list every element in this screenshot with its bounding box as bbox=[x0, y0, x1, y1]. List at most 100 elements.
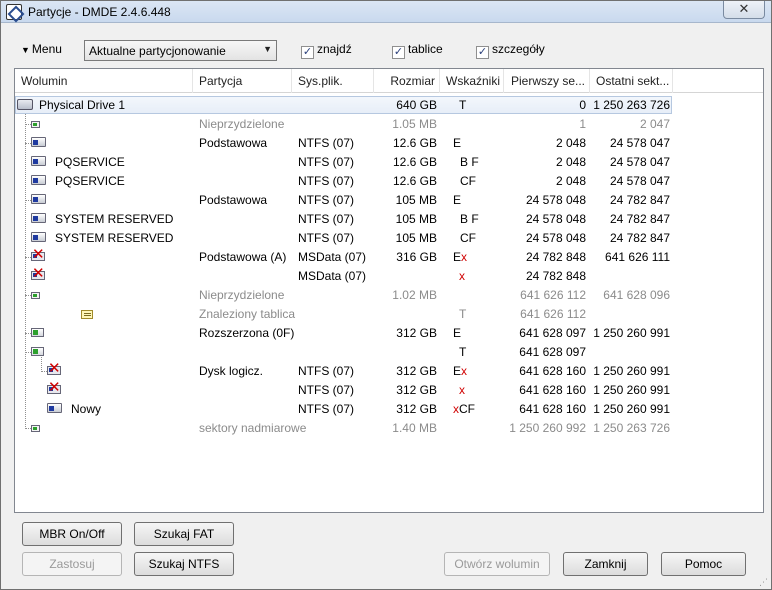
table-row[interactable]: Rozszerzona (0F) 312 GB 641 628 097 1 250 2… bbox=[15, 324, 763, 343]
table-row[interactable]: Nowy NTFS (07) 312 GB 641 628 160 1 250 260 … bbox=[15, 400, 763, 419]
cell-filesystem: NTFS (07) bbox=[298, 364, 355, 378]
cell-last-sector: 1 250 263 726 bbox=[593, 421, 670, 435]
title-bar: Partycje - DMDE 2.4.6.448 ✕ bbox=[1, 1, 771, 23]
partitioning-mode-select[interactable]: Aktualne partycjonowanie ▼ bbox=[84, 40, 277, 61]
cell-volume: PQSERVICE bbox=[55, 155, 125, 169]
cell-size: 312 GB bbox=[396, 402, 437, 416]
cell-first-sector: 641 628 160 bbox=[519, 383, 586, 397]
error-flag: x bbox=[459, 383, 465, 397]
table-row[interactable]: ✕ Podstawowa (A) MSData (07) 316 GB 24 782 8… bbox=[15, 246, 763, 267]
cell-volume: Nowy bbox=[71, 402, 102, 416]
flag-letters: T bbox=[459, 98, 467, 112]
cell-flags: Ex bbox=[453, 250, 503, 266]
table-row[interactable]: ✕ Dysk logicz. NTFS (07) 312 GB 641 628 160 1… bbox=[15, 360, 763, 381]
table-row[interactable]: ✕ MSData (07) 24 782 848 x bbox=[15, 266, 763, 286]
column-header-filesystem[interactable]: Sys.plik. bbox=[292, 69, 374, 93]
checkbox-checked-icon: ✓ bbox=[476, 46, 489, 59]
menu-label: Menu bbox=[31, 42, 62, 56]
details-checkbox-label: szczegóły bbox=[492, 42, 545, 56]
resize-grip-icon[interactable]: ⋰ bbox=[759, 577, 769, 587]
cell-filesystem: NTFS (07) bbox=[298, 193, 355, 207]
column-header-last-sector[interactable]: Ostatni sekt... bbox=[590, 69, 673, 93]
cell-first-sector: 1 bbox=[579, 117, 586, 131]
cell-filesystem: NTFS (07) bbox=[298, 212, 355, 226]
table-row[interactable]: sektory nadmiarowe 1.40 MB 1 250 260 992 1 … bbox=[15, 419, 763, 438]
cell-flags: B F bbox=[460, 212, 510, 228]
cell-last-sector: 24 578 047 bbox=[609, 136, 670, 150]
table-row[interactable]: PQSERVICE NTFS (07) 12.6 GB 2 048 24 578 047… bbox=[15, 172, 763, 191]
cell-size: 1.02 MB bbox=[392, 288, 437, 302]
table-row[interactable]: SYSTEM RESERVED NTFS (07) 105 MB 24 578 048… bbox=[15, 210, 763, 229]
flag-letters: B F bbox=[460, 155, 479, 169]
cell-flags: E bbox=[453, 326, 503, 342]
cell-size: 12.6 GB bbox=[392, 155, 437, 169]
mbr-toggle-button[interactable]: MBR On/Off bbox=[22, 522, 122, 546]
invalid-partition-icon: ✕ bbox=[47, 360, 61, 377]
cell-last-sector: 24 578 047 bbox=[609, 155, 670, 169]
cell-flags: T bbox=[459, 345, 509, 361]
menu-button[interactable]: ▼ Menu bbox=[21, 42, 62, 56]
column-header-volume[interactable]: Wolumin bbox=[15, 69, 193, 93]
error-flag: x bbox=[461, 364, 468, 378]
table-row[interactable]: 641 628 097 T bbox=[15, 343, 763, 362]
search-fat-button[interactable]: Szukaj FAT bbox=[134, 522, 234, 546]
flag-letters: CF bbox=[460, 231, 476, 245]
cell-size: 640 GB bbox=[396, 98, 437, 112]
table-row[interactable]: Podstawowa NTFS (07) 12.6 GB 2 048 24 578 04… bbox=[15, 134, 763, 153]
unallocated-space-icon bbox=[31, 292, 40, 299]
volume-icon bbox=[47, 403, 62, 413]
flag-letters: E bbox=[453, 250, 462, 264]
column-header-first-sector[interactable]: Pierwszy se... bbox=[504, 69, 590, 93]
close-window-button[interactable]: ✕ bbox=[723, 1, 765, 19]
cell-filesystem: NTFS (07) bbox=[298, 136, 355, 150]
volume-icon bbox=[31, 175, 46, 185]
help-button[interactable]: Pomoc bbox=[661, 552, 746, 576]
search-ntfs-button[interactable]: Szukaj NTFS bbox=[134, 552, 234, 576]
cell-flags: B F bbox=[460, 155, 510, 171]
table-row[interactable]: Znaleziony tablica 641 626 112 T bbox=[15, 305, 763, 324]
volume-icon bbox=[31, 156, 46, 166]
table-row[interactable]: Nieprzydzielone 1.02 MB 641 626 112 641 628… bbox=[15, 286, 763, 305]
cell-size: 105 MB bbox=[395, 193, 437, 207]
open-volume-button[interactable]: Otwórz wolumin bbox=[444, 552, 550, 576]
close-button[interactable]: Zamknij bbox=[563, 552, 648, 576]
find-checkbox[interactable]: ✓ znajdź bbox=[301, 42, 352, 59]
cell-first-sector: 24 578 048 bbox=[525, 212, 586, 226]
flag-letters: B F bbox=[460, 212, 479, 226]
unallocated-space-icon bbox=[31, 121, 40, 128]
column-header-size[interactable]: Rozmiar bbox=[374, 69, 440, 93]
flag-letters: T bbox=[459, 307, 467, 321]
cell-partition: Dysk logicz. bbox=[199, 364, 264, 378]
table-row[interactable]: SYSTEM RESERVED NTFS (07) 105 MB 24 578 048… bbox=[15, 229, 763, 248]
cell-size: 105 MB bbox=[395, 231, 437, 245]
cell-first-sector: 641 626 112 bbox=[520, 288, 586, 302]
flag-letters: E bbox=[453, 193, 462, 207]
column-header-partition[interactable]: Partycja bbox=[193, 69, 292, 93]
cell-flags: E bbox=[453, 193, 503, 209]
cell-first-sector: 1 250 260 992 bbox=[509, 421, 586, 435]
cell-filesystem: NTFS (07) bbox=[298, 383, 355, 397]
table-row[interactable]: Nieprzydzielone 1.05 MB 1 2 047 bbox=[15, 115, 763, 134]
cell-last-sector: 641 628 096 bbox=[603, 288, 670, 302]
cell-partition: Podstawowa (A) bbox=[199, 250, 287, 264]
cell-last-sector: 24 782 847 bbox=[609, 231, 670, 245]
table-row[interactable]: PQSERVICE NTFS (07) 12.6 GB 2 048 24 578 047… bbox=[15, 153, 763, 172]
cell-first-sector: 0 bbox=[579, 98, 586, 112]
table-row[interactable]: Physical Drive 1 640 GB 0 1 250 263 726 T bbox=[15, 96, 763, 115]
partition-list[interactable]: Wolumin Partycja Sys.plik. Rozmiar Wskaź… bbox=[14, 68, 764, 513]
invalid-partition-icon: ✕ bbox=[31, 246, 45, 263]
cell-flags: CF bbox=[460, 174, 510, 190]
details-checkbox[interactable]: ✓ szczegóły bbox=[476, 42, 545, 59]
tables-checkbox-label: tablice bbox=[408, 42, 443, 56]
cell-first-sector: 24 782 848 bbox=[525, 269, 586, 283]
table-row[interactable]: ✕ NTFS (07) 312 GB 641 628 160 1 250 260 991… bbox=[15, 380, 763, 400]
extended-partition-icon bbox=[31, 347, 44, 356]
apply-button[interactable]: Zastosuj bbox=[22, 552, 122, 576]
table-row[interactable]: Podstawowa NTFS (07) 105 MB 24 578 048 24 78… bbox=[15, 191, 763, 210]
unallocated-space-icon bbox=[31, 425, 40, 432]
tables-checkbox[interactable]: ✓ tablice bbox=[392, 42, 443, 59]
cell-last-sector: 1 250 260 991 bbox=[593, 383, 670, 397]
cell-last-sector: 1 250 260 991 bbox=[593, 364, 670, 378]
column-header-flags[interactable]: Wskaźniki bbox=[440, 69, 504, 93]
cell-first-sector: 641 628 097 bbox=[519, 345, 586, 359]
